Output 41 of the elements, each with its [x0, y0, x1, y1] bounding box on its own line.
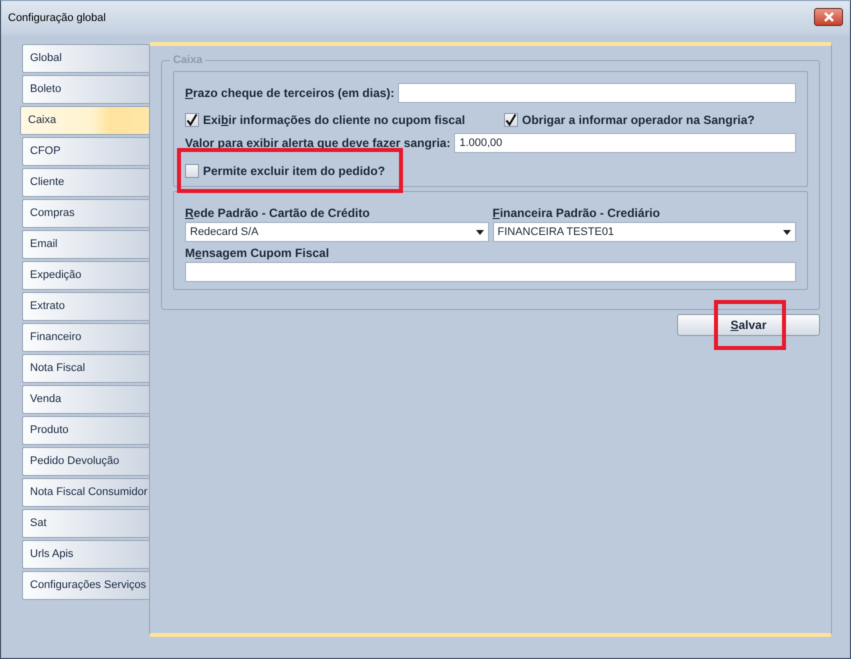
tab[interactable]: Pedido Devolução: [22, 447, 149, 476]
dropdown-value: FINANCEIRA TESTE01: [498, 224, 614, 240]
tab[interactable]: Extrato: [22, 292, 149, 321]
tab[interactable]: Sat: [22, 509, 149, 538]
tab[interactable]: Venda: [22, 385, 149, 414]
tab[interactable]: Cliente: [22, 168, 149, 197]
window-title: Configuração global: [8, 10, 106, 26]
tab[interactable]: Boleto: [22, 75, 149, 104]
tab[interactable]: Nota Fiscal: [22, 354, 149, 383]
tab[interactable]: Global: [22, 44, 149, 73]
tab[interactable]: Financeiro: [22, 323, 149, 352]
tab[interactable]: Compras: [22, 199, 149, 228]
field-label: Valor para exibir alerta que deve fazer sangria:: [185, 135, 450, 152]
close-icon[interactable]: [814, 8, 843, 26]
dropdown[interactable]: Redecard S/A: [185, 222, 488, 242]
checkbox-label: Obrigar a informar operador na Sangria?: [522, 112, 755, 129]
tab[interactable]: Nota Fiscal Consumidor: [22, 478, 149, 507]
field-label: Rede Padrão - Cartão de Crédito: [185, 205, 371, 222]
checkbox[interactable]: [185, 164, 199, 178]
input-field[interactable]: 1.000,00: [454, 133, 796, 153]
field-label: Financeira Padrão - Crediário: [492, 205, 661, 222]
tab[interactable]: Produto: [22, 416, 149, 445]
checkbox-label: Exibir informações do cliente no cupom fiscal: [203, 112, 466, 129]
tab[interactable]: Email: [22, 230, 149, 259]
field-label: Mensagem Cupom Fiscal: [185, 245, 330, 262]
input-field[interactable]: [185, 262, 796, 282]
dropdown-value: Redecard S/A: [190, 224, 258, 240]
field-label: Prazo cheque de terceiros (em dias):: [185, 85, 394, 102]
caret-icon: [476, 230, 484, 234]
tab[interactable]: CFOP: [22, 137, 149, 166]
tab[interactable]: Expedição: [22, 261, 149, 290]
tab[interactable]: Caixa: [20, 106, 149, 135]
input-field[interactable]: [398, 83, 796, 103]
tab[interactable]: Urls Apis: [22, 540, 149, 569]
save-button[interactable]: Salvar: [677, 314, 820, 336]
checkbox[interactable]: [185, 113, 199, 127]
tab[interactable]: Configurações Serviços: [22, 571, 149, 600]
checkbox-label: Permite excluir item do pedido?: [203, 163, 386, 180]
checkbox[interactable]: [504, 113, 518, 127]
caret-icon: [783, 230, 791, 234]
dropdown[interactable]: FINANCEIRA TESTE01: [492, 222, 796, 242]
